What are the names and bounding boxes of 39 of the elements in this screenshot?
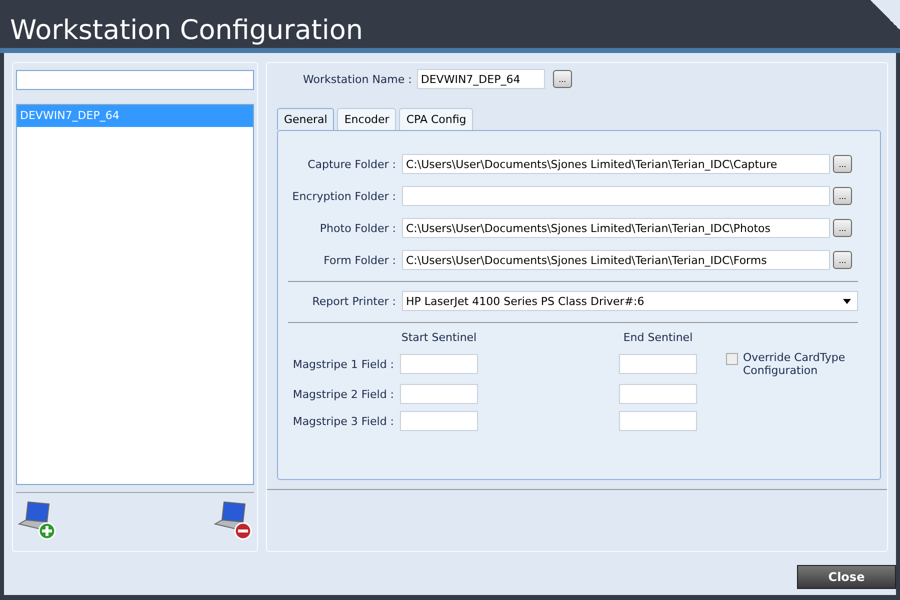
sentinel-field[interactable] bbox=[400, 384, 478, 404]
browse-button[interactable]: ... bbox=[833, 251, 852, 269]
field-label: Capture Folder : bbox=[306, 158, 397, 170]
sentinel-field[interactable] bbox=[400, 354, 478, 374]
field-label: Report Printer : bbox=[311, 294, 397, 308]
tab[interactable]: General bbox=[277, 108, 334, 130]
name-field[interactable]: DEVWIN7_DEP_64 bbox=[416, 69, 545, 89]
browse-button[interactable]: ... bbox=[833, 155, 852, 173]
field-label: Magstripe 1 Field : bbox=[292, 358, 395, 370]
checkbox-label: Override CardType Configuration bbox=[743, 351, 846, 377]
add-laptop-icon[interactable] bbox=[18, 500, 56, 540]
column-header: End Sentinel bbox=[622, 331, 694, 344]
browse-button[interactable]: ... bbox=[833, 219, 852, 237]
sentinel-field[interactable] bbox=[619, 354, 697, 374]
field-label: Magstripe 2 Field : bbox=[292, 388, 395, 400]
column-header: Start Sentinel bbox=[400, 331, 478, 344]
tab[interactable]: Encoder bbox=[337, 108, 396, 130]
close-button[interactable]: Close bbox=[797, 565, 896, 589]
checkbox[interactable] bbox=[726, 353, 738, 365]
folder-field[interactable]: C:\Users\User\Documents\Sjones Limited\Terian\Terian_IDC\Photos bbox=[402, 218, 830, 238]
window-title: Workstation Configuration bbox=[9, 15, 363, 48]
sentinel-field[interactable] bbox=[619, 411, 697, 431]
field-label: Magstripe 3 Field : bbox=[292, 414, 395, 428]
tab[interactable]: CPA Config bbox=[399, 108, 474, 130]
browse-button[interactable]: ... bbox=[552, 70, 572, 88]
field-label: Encryption Folder : bbox=[291, 190, 397, 202]
remove-laptop-icon[interactable] bbox=[214, 500, 252, 540]
folder-field[interactable] bbox=[402, 186, 830, 206]
folder-field[interactable]: C:\Users\User\Documents\Sjones Limited\Terian\Terian_IDC\Capture bbox=[402, 154, 830, 174]
sentinel-field[interactable] bbox=[619, 384, 697, 404]
dropdown-arrow-icon bbox=[843, 298, 851, 304]
browse-button[interactable]: ... bbox=[833, 187, 852, 205]
field-label: Workstation Name : bbox=[303, 72, 412, 86]
folder-field[interactable]: C:\Users\User\Documents\Sjones Limited\Terian\Terian_IDC\Forms bbox=[402, 250, 830, 270]
printer-dropdown[interactable]: HP LaserJet 4100 Series PS Class Driver#:6 bbox=[402, 291, 858, 311]
sentinel-field[interactable] bbox=[400, 411, 478, 431]
field-label: Form Folder : bbox=[322, 254, 397, 266]
search-field[interactable] bbox=[16, 70, 254, 90]
field-label: Photo Folder : bbox=[318, 222, 397, 234]
